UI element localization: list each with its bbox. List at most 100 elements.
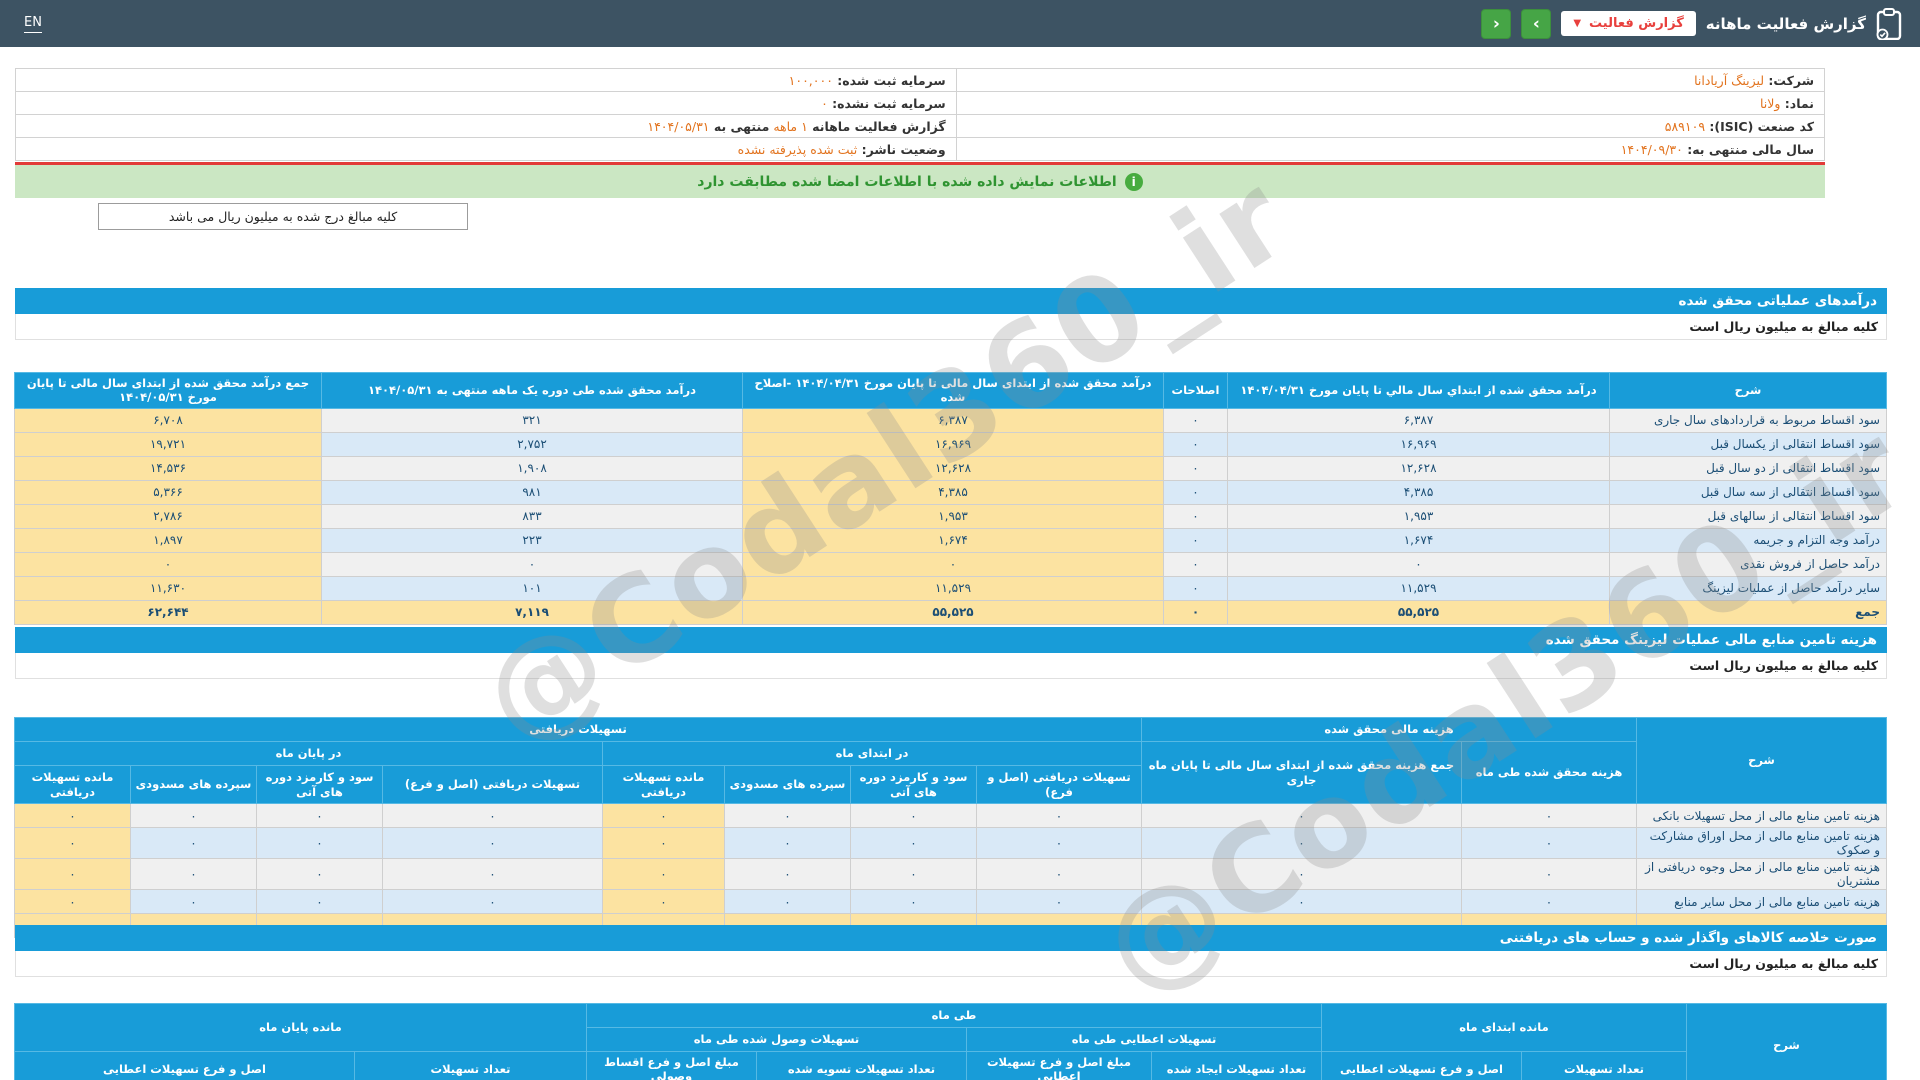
group-header-collected-during-month: تسهیلات وصول شده طی ماه [585,1027,967,1052]
col-header-sharh: شرح [1609,372,1887,409]
col-header-cost-during-month: هزینه محقق شده طی ماه [1461,741,1637,804]
row-label-cell: سود اقساط انتقالی از سه سال قبل [1609,479,1887,505]
value-cell: ۶,۷۰۸ [14,407,322,433]
value-cell: ۰ [1163,431,1228,457]
value-cell: ۱,۶۷۴ [1227,527,1610,553]
info-value: لیزینگ آریادانا [1694,72,1765,88]
value-cell: ۰ [130,889,257,914]
value-cell: ۱۶,۹۶۹ [1227,431,1610,457]
value-cell: ۱۹,۷۲۱ [14,431,322,457]
value-cell: ۰ [14,551,322,577]
value-cell: ۰ [1141,858,1462,890]
value-cell: ۵۵,۵۲۵ [742,599,1164,625]
col-header-realized-0431: درآمد محقق شده از ابتداي سال مالي تا پای… [1227,372,1610,409]
value-cell: ۰ [976,858,1142,890]
info-value: ۱۴۰۴/۰۹/۳۰ [1620,141,1683,157]
value-cell: ۰ [130,827,257,859]
info-value: ۱۴۰۴/۰۵/۳۱ [647,118,710,134]
chevron-left-icon: ‹ [1492,13,1500,34]
value-cell: ۰ [742,551,1164,577]
value-cell: ۰ [256,827,383,859]
row-label-cell: هزینه تامین منابع مالی از محل وجوه دریاف… [1636,858,1887,890]
value-cell: ۰ [850,803,977,828]
row-label-cell: هزینه تامین منابع مالی از محل اوراق مشار… [1636,827,1887,859]
group-header-begin-balance: مانده ابتدای ماه [1320,1003,1688,1052]
value-cell: ۶۲,۶۴۴ [14,599,322,625]
value-cell: ۰ [1461,803,1637,828]
value-cell: ۹۸۱ [321,479,743,505]
value-cell: ۰ [130,858,257,890]
table-row: جمع ۵۵,۵۲۵ ۰ ۵۵,۵۲۵ ۷,۱۱۹ ۶۲,۶۴۴ [14,599,1887,625]
value-cell: ۱۲,۶۲۸ [742,455,1164,481]
company-info-cell: نماد: ولانا [955,91,1826,115]
value-cell: ۰ [1461,827,1637,859]
value-cell: ۰ [382,858,603,890]
value-cell: ۱,۹۵۳ [742,503,1164,529]
value-cell: ۰ [1227,551,1610,577]
value-cell: ۰ [256,858,383,890]
amounts-unit-note: کلیه مبالغ درج شده به میلیون ریال می باش… [98,203,468,230]
info-value: ۵۸۹۱۰۹ [1664,118,1706,134]
report-type-dropdown[interactable]: گزارش فعالیت ▼ [1561,11,1696,36]
value-cell: ۱,۸۹۷ [14,527,322,553]
top-bar: گزارش فعالیت ماهانه گزارش فعالیت ▼ › ‹ E… [0,0,1920,47]
section-operating-revenues: درآمدهای عملیاتی محقق شده کلیه مبالغ به … [14,288,1887,625]
value-cell: ۱۱,۵۲۹ [742,575,1164,601]
col-header-collected-amount: مبلغ اصل و فرع اقساط وصولی [585,1051,757,1080]
value-cell: ۴,۳۸۵ [742,479,1164,505]
value-cell: ۸۳۳ [321,503,743,529]
value-cell: ۰ [602,858,725,890]
group-header-during-month: طی ماه [585,1003,1322,1028]
value-cell: ۰ [382,889,603,914]
value-cell: ۰ [382,827,603,859]
value-cell: ۰ [1163,407,1228,433]
value-cell: ۱,۶۷۴ [742,527,1164,553]
section-financing-costs: هزینه تامین منابع مالی عملیات لیزینگ محق… [14,627,1887,938]
top-bar-actions: گزارش فعالیت ماهانه گزارش فعالیت ▼ › ‹ [1481,7,1902,40]
info-value: ۰ [821,95,828,111]
company-info-cell: سرمایه ثبت نشده: ۰ [15,91,957,115]
group-header-realized-cost: هزینه مالی محقق شده [1141,717,1637,742]
value-cell: ۰ [976,827,1142,859]
value-cell: ۰ [602,803,725,828]
value-cell: ۱۲,۶۲۸ [1227,455,1610,481]
table-row: هزینه تامین منابع مالی از محل تسهیلات با… [14,803,1887,828]
info-label: شرکت: [1764,72,1814,88]
col-header-sharh: شرح [1686,1003,1887,1080]
row-label-cell: هزینه تامین منابع مالی از محل سایر منابع [1636,889,1887,914]
col-header-facilities-principal-begin: تسهیلات دریافتی (اصل و فرع) [976,765,1142,804]
value-cell: ۰ [724,858,851,890]
value-cell: ۰ [724,803,851,828]
page-title: گزارش فعالیت ماهانه [1705,14,1866,33]
table-row: هزینه تامین منابع مالی از محل سایر منابع… [14,889,1887,914]
value-cell: ۵,۳۶۶ [14,479,322,505]
next-report-button[interactable]: › [1521,8,1552,39]
value-cell: ۰ [14,889,131,914]
english-language-link[interactable]: EN [24,15,42,33]
company-info-cell: شرکت: لیزینگ آریادانا [955,68,1826,92]
value-cell: ۰ [1461,858,1637,890]
section-title-bar: هزینه تامین منابع مالی عملیات لیزینگ محق… [15,627,1887,653]
company-info-row: سال مالی منتهی به: ۱۴۰۴/۰۹/۳۰ وضعیت ناشر… [15,137,1826,161]
value-cell: ۰ [1141,827,1462,859]
table-row: سود اقساط انتقالی از سالهای قبل ۱,۹۵۳ ۰ ۱,۹… [14,503,1887,529]
value-cell: ۱۶,۹۶۹ [742,431,1164,457]
col-header-created-count: تعداد تسهیلات ایجاد شده [1150,1051,1322,1080]
info-label: کد صنعت (ISIC): [1705,118,1814,134]
table-row: سایر درآمد حاصل از عملیات لیزینگ ۱۱,۵۲۹ ۰ ۱… [14,575,1887,601]
financing-costs-table: شرح هزینه مالی محقق شده تسهیلات دریافتی … [14,717,1887,938]
value-cell: ۲,۷۸۶ [14,503,322,529]
col-header-cost-cumulative: جمع هزینه محقق شده از ابتدای سال مالی تا… [1141,741,1462,804]
value-cell: ۰ [1163,575,1228,601]
info-value: ۱۰۰,۰۰۰ [788,72,833,88]
value-cell: ۰ [976,889,1142,914]
company-info-cell: کد صنعت (ISIC): ۵۸۹۱۰۹ [955,114,1826,138]
col-header-facilities-principal-end: تسهیلات دریافتی (اصل و فرع) [382,765,603,804]
value-cell: ۱,۹۰۸ [321,455,743,481]
col-header-facilities-balance-end: مانده تسهیلات دریافتی [14,765,131,804]
value-cell: ۰ [1163,479,1228,505]
value-cell: ۰ [1461,889,1637,914]
table-row: هزینه تامین منابع مالی از محل اوراق مشار… [14,827,1887,859]
previous-report-button[interactable]: ‹ [1481,8,1512,39]
info-label: سال مالی منتهی به: [1682,141,1814,157]
